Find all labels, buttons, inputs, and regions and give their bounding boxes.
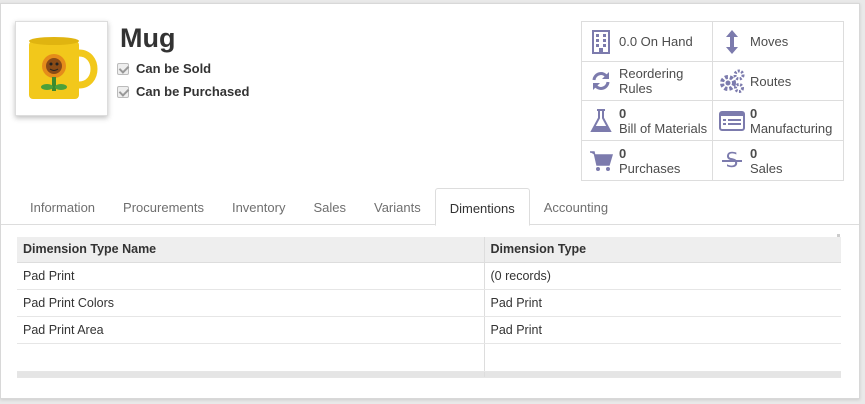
can-be-sold-label: Can be Sold	[136, 61, 212, 76]
manufacturing-label: Manufacturing	[750, 120, 833, 136]
on-hand-button[interactable]: 0.0 On Hand	[582, 22, 713, 62]
footer-cell	[17, 370, 485, 378]
notebook-tabs: Information Procurements Inventory Sales…	[1, 188, 859, 226]
table-row[interactable]: Pad Print Area Pad Print	[17, 316, 841, 344]
empty-cell	[17, 343, 485, 372]
empty-row	[17, 343, 841, 372]
footer-cell	[484, 370, 841, 378]
cell-dimension-type: (0 records)	[484, 262, 841, 290]
can-be-sold-checkbox[interactable]	[117, 62, 129, 75]
sales-label: Sales	[750, 160, 783, 176]
bill-of-materials-count: 0	[619, 105, 627, 121]
purchases-count: 0	[619, 145, 627, 161]
table-header-row: Dimension Type Name Dimension Type	[17, 237, 841, 263]
dollar-icon: S	[717, 146, 747, 176]
product-title[interactable]: Mug	[120, 23, 175, 54]
empty-cell	[484, 343, 841, 372]
moves-button[interactable]: Moves	[713, 22, 844, 62]
column-header-dimension-type-name[interactable]: Dimension Type Name	[17, 237, 485, 263]
cell-dimension-type-name: Pad Print Area	[17, 316, 485, 344]
updown-arrows-icon	[717, 27, 747, 57]
reordering-rules-label: Reordering Rules	[619, 66, 684, 96]
tab-sales[interactable]: Sales	[299, 188, 360, 225]
can-be-sold-field[interactable]: Can be Sold	[117, 61, 211, 76]
product-form-sheet: Mug Can be Sold Can be Purchased 0.0 On …	[0, 3, 860, 399]
manufacturing-count: 0	[750, 105, 758, 121]
table-footer	[17, 370, 841, 378]
cell-dimension-type: Pad Print	[484, 289, 841, 317]
dimensions-table: Dimension Type Name Dimension Type Pad P…	[17, 237, 841, 378]
routes-button[interactable]: Routes	[713, 62, 844, 101]
tab-information[interactable]: Information	[16, 188, 109, 225]
tab-variants[interactable]: Variants	[360, 188, 435, 225]
reordering-rules-button[interactable]: Reordering Rules	[582, 62, 713, 101]
product-image[interactable]	[15, 21, 108, 116]
column-header-dimension-type[interactable]: Dimension Type	[484, 237, 841, 263]
can-be-purchased-field[interactable]: Can be Purchased	[117, 84, 249, 99]
mug-image	[28, 36, 97, 99]
cart-icon	[586, 146, 616, 176]
sales-count: 0	[750, 145, 758, 161]
can-be-purchased-checkbox[interactable]	[117, 85, 129, 98]
can-be-purchased-label: Can be Purchased	[136, 84, 250, 99]
purchases-button[interactable]: 0 Purchases	[582, 141, 713, 180]
bill-of-materials-label: Bill of Materials	[619, 120, 708, 136]
cell-dimension-type: Pad Print	[484, 316, 841, 344]
bill-of-materials-button[interactable]: 0 Bill of Materials	[582, 101, 713, 141]
on-hand-label: 0.0 On Hand	[619, 34, 693, 49]
moves-label: Moves	[750, 34, 789, 49]
manufacturing-button[interactable]: 0 Manufacturing	[713, 101, 844, 141]
tab-procurements[interactable]: Procurements	[109, 188, 218, 225]
routes-label: Routes	[750, 73, 792, 89]
purchases-label: Purchases	[619, 160, 681, 176]
tab-dimentions[interactable]: Dimentions	[434, 188, 530, 226]
flask-icon	[586, 106, 616, 136]
cell-dimension-type-name: Pad Print Colors	[17, 289, 485, 317]
table-row[interactable]: Pad Print Colors Pad Print	[17, 289, 841, 317]
refresh-icon	[586, 66, 616, 96]
building-icon	[586, 27, 616, 57]
cogs-icon	[717, 66, 747, 96]
table-row[interactable]: Pad Print (0 records)	[17, 262, 841, 290]
list-icon	[717, 106, 747, 136]
smart-buttons: 0.0 On Hand Moves Reordering Rules Route…	[581, 21, 844, 181]
cell-dimension-type-name: Pad Print	[17, 262, 485, 290]
sales-button[interactable]: S 0 Sales	[713, 141, 844, 180]
tab-accounting[interactable]: Accounting	[530, 188, 622, 225]
tab-inventory[interactable]: Inventory	[218, 188, 299, 225]
